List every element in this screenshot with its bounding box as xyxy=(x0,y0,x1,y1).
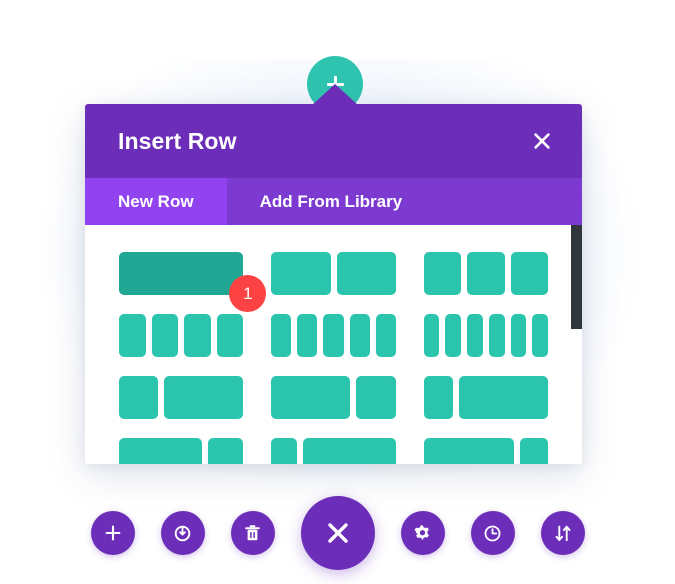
layout-column-block xyxy=(303,438,396,464)
layout-column-block xyxy=(467,314,483,357)
modal-header: Insert Row xyxy=(85,104,582,178)
power-icon xyxy=(173,524,192,543)
tab-new-row-label: New Row xyxy=(118,191,194,211)
layout-options-list: 1 xyxy=(85,225,582,464)
layout-row xyxy=(119,376,548,419)
layout-option-six-columns[interactable] xyxy=(423,314,548,357)
layout-option-three-quarters-one-quarter[interactable] xyxy=(119,438,244,464)
layout-option-four-columns[interactable] xyxy=(119,314,244,357)
column-count-badge: 1 xyxy=(229,275,267,312)
sort-button[interactable] xyxy=(540,511,585,555)
layout-column-block xyxy=(423,314,440,357)
layout-row: 1 xyxy=(119,252,548,312)
layout-option-two-thirds-one-third[interactable] xyxy=(271,376,396,419)
layout-column-block xyxy=(271,438,298,464)
layout-column-block xyxy=(151,314,179,357)
plus-icon xyxy=(105,525,121,541)
layout-column-block xyxy=(207,438,244,464)
vertical-scrollbar[interactable] xyxy=(571,225,582,464)
close-icon[interactable] xyxy=(527,126,557,156)
layout-column-block xyxy=(336,252,396,295)
layout-option-two-columns[interactable] xyxy=(271,252,396,295)
layout-option-five-columns[interactable] xyxy=(271,314,396,357)
layout-column-block xyxy=(423,438,514,464)
layout-column-block xyxy=(532,314,548,357)
delete-button[interactable] xyxy=(230,511,275,555)
insert-row-modal: Insert Row New Row Add From Library 1 xyxy=(85,104,582,464)
history-button[interactable] xyxy=(470,511,515,555)
modal-body: 1 xyxy=(85,225,582,464)
layout-column-block xyxy=(445,314,462,357)
add-button[interactable] xyxy=(90,511,135,555)
layout-row xyxy=(119,438,548,464)
layout-column-block xyxy=(119,314,146,357)
layout-option-three-columns[interactable] xyxy=(423,252,548,295)
layout-option-one-quarter-three-quarters-alt[interactable] xyxy=(271,438,396,464)
close-icon xyxy=(323,518,353,548)
layout-column-block xyxy=(119,376,159,419)
layout-option-three-quarters-one-quarter-alt[interactable] xyxy=(423,438,548,464)
layout-column-block xyxy=(119,252,244,295)
toggle-visibility-button[interactable] xyxy=(160,511,205,555)
tab-add-from-library[interactable]: Add From Library xyxy=(226,178,436,225)
layout-option-one-column[interactable]: 1 xyxy=(119,252,267,312)
layout-column-block xyxy=(459,376,548,419)
layout-column-block xyxy=(216,314,244,357)
layout-column-block xyxy=(356,376,396,419)
layout-column-block xyxy=(164,376,244,419)
layout-column-block xyxy=(423,376,454,419)
layout-column-block xyxy=(488,314,505,357)
layout-row xyxy=(119,314,548,357)
layout-option-one-third-two-thirds[interactable] xyxy=(119,376,244,419)
layout-column-block xyxy=(323,314,344,357)
trash-icon xyxy=(244,524,261,543)
layout-column-block xyxy=(271,376,351,419)
layout-column-block xyxy=(297,314,318,357)
layout-column-block xyxy=(119,438,202,464)
modal-tabs: New Row Add From Library xyxy=(85,178,582,225)
modal-pointer xyxy=(311,84,359,106)
tab-new-row[interactable]: New Row xyxy=(85,178,227,225)
layout-column-block xyxy=(184,314,211,357)
layout-option-one-quarter-three-quarters[interactable] xyxy=(423,376,548,419)
layout-column-block xyxy=(510,314,527,357)
scrollbar-thumb[interactable] xyxy=(571,225,582,329)
sort-arrows-icon xyxy=(554,524,572,543)
layout-column-block xyxy=(510,252,548,295)
layout-column-block xyxy=(467,252,505,295)
tab-add-from-library-label: Add From Library xyxy=(259,191,403,211)
app-canvas: Insert Row New Row Add From Library 1 xyxy=(0,0,675,584)
layout-column-block xyxy=(423,252,462,295)
layout-column-block xyxy=(271,252,331,295)
gear-icon xyxy=(413,524,432,543)
settings-button[interactable] xyxy=(400,511,445,555)
close-builder-button[interactable] xyxy=(300,496,375,570)
clock-icon xyxy=(483,524,502,543)
builder-toolbar xyxy=(0,496,675,570)
page-title: Insert Row xyxy=(118,127,237,154)
layout-column-block xyxy=(271,314,292,357)
layout-column-block xyxy=(349,314,370,357)
layout-column-block xyxy=(519,438,548,464)
layout-column-block xyxy=(375,314,396,357)
